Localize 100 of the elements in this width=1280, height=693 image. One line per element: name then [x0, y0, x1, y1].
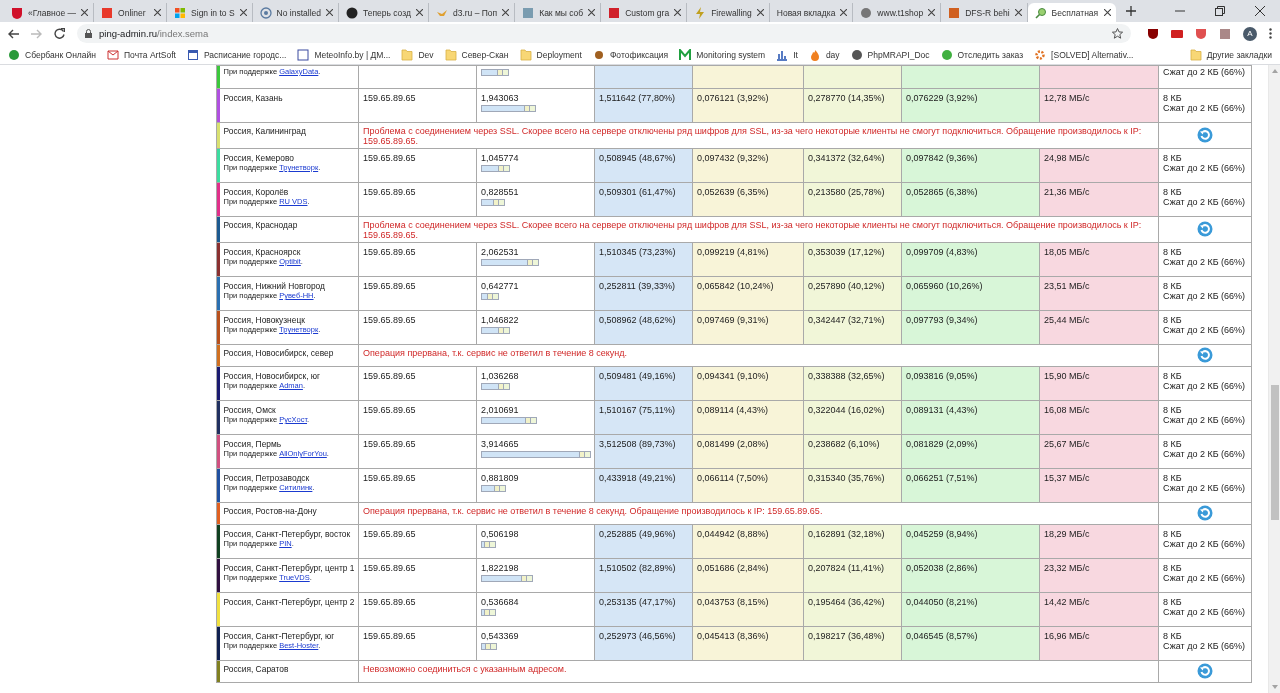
close-icon [415, 9, 423, 16]
table-cell: 0,051686 (2,84%) [692, 558, 804, 593]
table-cell: 1,511642 (77,80%) [594, 88, 693, 123]
extension-button[interactable] [1147, 27, 1159, 40]
table-cell: 0,198217 (36,48%) [803, 626, 902, 661]
bookmark-link[interactable]: Отследить заказ [940, 48, 1024, 61]
bookmark-link[interactable]: Monitoring system [679, 48, 766, 61]
table-cell: 0,213580 (25,78%) [803, 182, 902, 217]
table-cell: 0,162891 (32,18%) [803, 524, 902, 559]
address-bar[interactable]: ping-admin.ru/index.sema [77, 24, 1131, 43]
browser-tab[interactable]: Бесплатная [1027, 3, 1116, 22]
up-arrow-icon [1271, 69, 1278, 73]
flame-icon [808, 48, 821, 61]
close-tab-button[interactable] [81, 9, 89, 16]
table-cell: 0,089114 (4,43%) [692, 400, 804, 435]
close-icon [326, 9, 333, 16]
close-icon [1255, 6, 1265, 16]
close-tab-button[interactable] [928, 9, 936, 16]
back-button[interactable] [8, 28, 19, 39]
location-name: Россия, Королёв [223, 187, 290, 197]
close-tab-button[interactable] [756, 9, 764, 16]
bookmark-folder[interactable]: Север-Скан [444, 48, 509, 61]
total-time: 2,010691 [481, 405, 520, 415]
table-cell: 14,42 МБ/с [1039, 592, 1159, 627]
total-time: 0,828551 [481, 187, 520, 197]
location-name: Россия, Краснодар [223, 220, 299, 230]
compressed-size-text: Сжат до 2 КБ (66%) [1163, 197, 1247, 207]
compressed-size-text: Сжат до 2 КБ (66%) [1163, 381, 1247, 391]
bookmark-star-button[interactable] [1112, 28, 1123, 39]
table-cell: 0,044942 (8,88%) [692, 524, 804, 559]
bookmark-link[interactable]: It [776, 48, 798, 61]
refresh-icon[interactable] [1197, 346, 1213, 363]
table-cell: 0,097842 (9,36%) [901, 148, 1040, 183]
circle-icon [8, 48, 20, 61]
bookmark-link[interactable]: Расписание городс... [186, 48, 287, 61]
refresh-icon[interactable] [1197, 662, 1213, 679]
refresh-icon[interactable] [1197, 504, 1213, 521]
extension-button[interactable] [1171, 27, 1183, 40]
bookmark-link[interactable]: day [808, 48, 840, 61]
table-cell: 16,08 МБ/с [1039, 400, 1159, 435]
table-cell: 18,05 МБ/с [1039, 242, 1159, 277]
profile-avatar[interactable]: A [1243, 26, 1257, 41]
table-cell: 159.65.89.65 [358, 88, 477, 123]
close-tab-button[interactable] [674, 9, 682, 16]
table-cell: 0,252811 (39,33%) [594, 276, 693, 311]
bookmark-link[interactable]: MeteoInfo.by | ДМ... [297, 48, 391, 61]
bookmark-link[interactable]: Почта ArtSoft [107, 48, 176, 61]
bookmark-link[interactable]: PhpMRAPI_Doc [850, 48, 930, 61]
table-cell: 15,90 МБ/с [1039, 366, 1159, 401]
reload-button[interactable] [54, 28, 65, 39]
table-cell: 1,510502 (82,89%) [594, 558, 693, 593]
close-tab-button[interactable] [588, 9, 596, 16]
table-cell: 0,342447 (32,71%) [803, 310, 902, 345]
bookmark-link[interactable]: Фотофиксация [592, 48, 669, 61]
tile-icon [1219, 27, 1231, 40]
close-tab-button[interactable] [840, 9, 848, 16]
close-tab-button[interactable] [239, 9, 247, 16]
lightning-icon [694, 6, 707, 19]
close-tab-button[interactable] [154, 9, 162, 16]
table-cell: 18,29 МБ/с [1039, 524, 1159, 559]
scrollbar-thumb[interactable] [1270, 385, 1279, 520]
table-cell: 25,67 МБ/с [1039, 434, 1159, 469]
scrollbar[interactable] [1268, 65, 1280, 693]
refresh-icon[interactable] [1197, 220, 1213, 237]
circle-icon [940, 48, 953, 61]
location-name: Россия, Санкт-Петербург, центр 1 [223, 563, 354, 573]
total-time: 0,543369 [481, 631, 520, 641]
tile-icon [1171, 27, 1183, 40]
total-time: 0,536684 [481, 597, 520, 607]
shield-icon [11, 6, 23, 19]
table-cell: 0,509481 (49,16%) [594, 366, 693, 401]
folder-icon [444, 48, 457, 61]
new-tab-button[interactable] [1125, 6, 1136, 16]
refresh-icon[interactable] [1197, 126, 1213, 143]
windows-icon [174, 6, 187, 19]
close-tab-button[interactable] [1103, 9, 1111, 16]
chart-icon [776, 48, 789, 61]
location-name: Россия, Казань [223, 93, 284, 103]
bookmark-link[interactable]: [SOLVED] Alternativ... [1034, 48, 1134, 61]
close-tab-button[interactable] [502, 9, 510, 16]
error-message: Операция прервана, т.к. сервис не ответил в течение 8 секунд. Обращение производилось к IP: 159.65.89.65. [358, 502, 1159, 525]
total-time: 1,036268 [481, 371, 520, 381]
table-cell: 0,433918 (49,21%) [594, 468, 693, 503]
bookmark-link[interactable]: Сбербанк Онлайн [8, 48, 96, 61]
table-cell: 0,081829 (2,09%) [901, 434, 1040, 469]
table-cell: 0,065960 (10,26%) [901, 276, 1040, 311]
total-time: 0,506198 [481, 529, 520, 539]
close-tab-button[interactable] [1014, 9, 1022, 16]
table-cell: 0,099219 (4,81%) [692, 242, 804, 277]
close-tab-button[interactable] [326, 9, 333, 16]
bookmark-folder[interactable]: Dev [401, 48, 434, 61]
total-time: 0,881809 [481, 473, 520, 483]
folder-icon [401, 48, 414, 61]
close-tab-button[interactable] [415, 9, 423, 16]
table-cell: 3,512508 (89,73%) [594, 434, 693, 469]
bookmark-folder[interactable]: Другие закладки [1189, 48, 1272, 61]
bookmark-folder[interactable]: Deployment [519, 48, 582, 61]
menu-button[interactable] [1269, 28, 1272, 39]
table-cell: 0,043753 (8,15%) [692, 592, 804, 627]
envelope-icon [107, 48, 119, 61]
